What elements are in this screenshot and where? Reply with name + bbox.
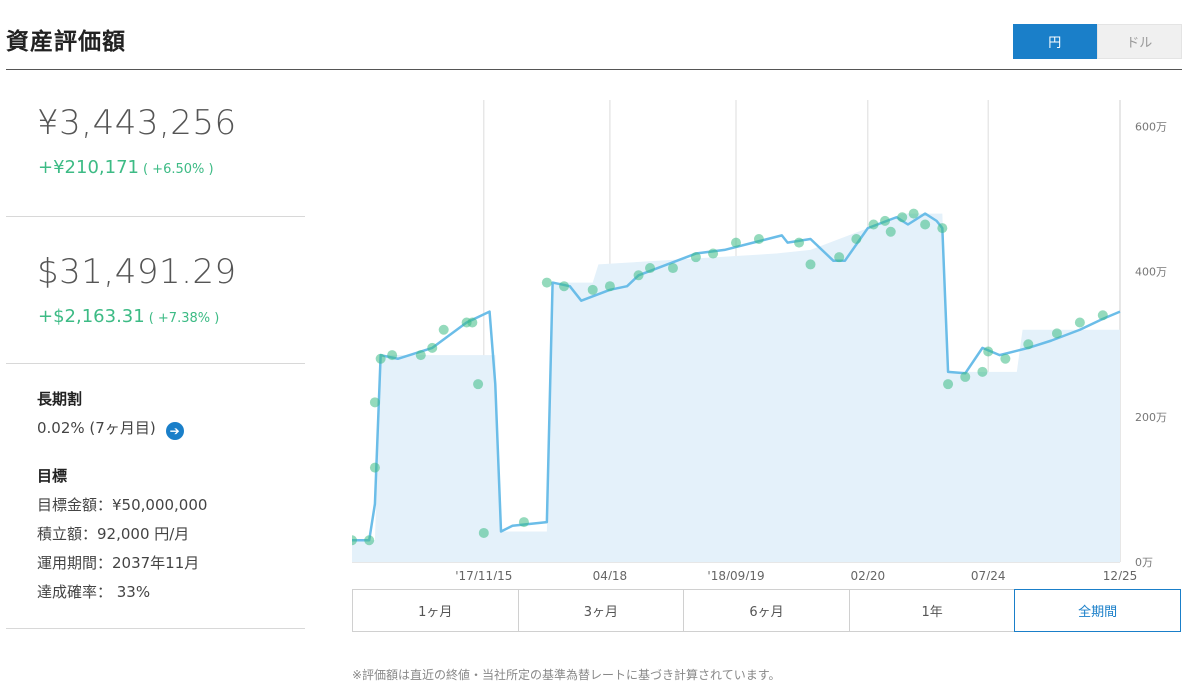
x-tick-label-3: 02/20 xyxy=(851,569,886,580)
data-point-14 xyxy=(541,277,552,288)
header: 資産評価額 円 ドル xyxy=(6,0,1182,70)
usd-summary: $31,491.29 +$2,163.31( +7.38% ) xyxy=(6,217,305,364)
goal-contribution: 積立額：92,000 円/月 xyxy=(37,525,190,543)
data-point-36 xyxy=(943,379,954,390)
data-point-32 xyxy=(897,212,908,223)
asset-chart: 0万 200万 400万 600万 '17/11/15 04/18 '18/09/19 02/… xyxy=(352,100,1182,580)
long-term-goal-section: 長期割 0.02% (7ヶ月目) ➔ 目標 目標金額：¥50,000,000 積立… xyxy=(6,364,305,629)
y-tick-label-3: 600万 xyxy=(1135,121,1167,134)
jpy-change-amount: +¥210,171 xyxy=(38,157,139,178)
goal-heading: 目標 xyxy=(37,467,68,485)
data-point-16 xyxy=(587,284,598,295)
y-tick-label-1: 200万 xyxy=(1135,411,1167,424)
usd-change-amount: +$2,163.31 xyxy=(38,306,145,327)
jpy-change: +¥210,171( +6.50% ) xyxy=(38,157,214,178)
data-point-21 xyxy=(690,252,701,263)
x-tick-label-5: 12/25 xyxy=(1103,569,1138,580)
data-point-22 xyxy=(708,248,719,259)
data-point-2 xyxy=(369,462,380,473)
period-all[interactable]: 全期間 xyxy=(1014,589,1181,632)
data-point-10 xyxy=(467,317,478,328)
data-point-12 xyxy=(478,527,489,538)
data-point-5 xyxy=(387,350,398,361)
data-point-4 xyxy=(375,353,386,364)
data-point-25 xyxy=(794,237,805,248)
data-point-28 xyxy=(851,234,862,245)
data-point-31 xyxy=(885,226,896,237)
usd-change: +$2,163.31( +7.38% ) xyxy=(38,306,219,327)
data-point-6 xyxy=(415,350,426,361)
data-point-20 xyxy=(667,263,678,274)
period-6-months[interactable]: 6ヶ月 xyxy=(684,590,850,631)
long-term-value-row: 0.02% (7ヶ月目) ➔ xyxy=(37,417,184,440)
disclaimer-note: ※評価額は直近の終値・当社所定の基準為替レートに基づき計算されています。 xyxy=(352,668,781,682)
data-point-18 xyxy=(633,270,644,281)
data-point-33 xyxy=(908,208,919,219)
currency-toggle: 円 ドル xyxy=(1013,24,1182,59)
long-term-value: 0.02% (7ヶ月目) xyxy=(37,419,156,437)
series-area xyxy=(352,213,1120,562)
period-1-year[interactable]: 1年 xyxy=(850,590,1016,631)
data-point-41 xyxy=(1023,339,1034,350)
y-tick-label-2: 400万 xyxy=(1135,266,1167,279)
goal-amount: 目標金額：¥50,000,000 xyxy=(37,496,208,514)
data-point-37 xyxy=(960,371,971,382)
data-point-38 xyxy=(977,366,988,377)
data-point-26 xyxy=(805,259,816,270)
data-point-19 xyxy=(645,263,656,274)
page-title: 資産評価額 xyxy=(6,29,126,55)
jpy-summary: ¥3,443,256 +¥210,171( +6.50% ) xyxy=(6,71,305,217)
asset-chart-svg: 0万 200万 400万 600万 '17/11/15 04/18 '18/09/19 02/… xyxy=(352,100,1167,580)
data-point-15 xyxy=(559,281,570,292)
jpy-value: ¥3,443,256 xyxy=(37,103,237,143)
usd-change-pct: ( +7.38% ) xyxy=(148,311,220,326)
x-tick-label-1: 04/18 xyxy=(593,569,628,580)
x-tick-label-4: 07/24 xyxy=(971,569,1006,580)
data-point-24 xyxy=(753,234,764,245)
long-term-heading: 長期割 xyxy=(37,390,83,408)
data-point-35 xyxy=(937,223,948,234)
data-point-42 xyxy=(1051,328,1062,339)
data-point-40 xyxy=(1000,353,1011,364)
data-point-23 xyxy=(731,237,741,248)
goal-period: 運用期間：2037年11月 xyxy=(37,554,200,572)
y-tick-label-0: 0万 xyxy=(1135,556,1153,569)
data-point-3 xyxy=(369,397,380,408)
data-point-1 xyxy=(364,535,375,546)
data-point-7 xyxy=(427,342,438,353)
period-1-month[interactable]: 1ヶ月 xyxy=(353,590,519,631)
data-point-8 xyxy=(438,324,449,335)
data-point-29 xyxy=(868,219,879,230)
data-point-13 xyxy=(518,517,529,528)
arrow-right-icon[interactable]: ➔ xyxy=(165,422,184,440)
usd-value: $31,491.29 xyxy=(37,252,237,292)
summary-panel: ¥3,443,256 +¥210,171( +6.50% ) $31,491.2… xyxy=(6,71,305,629)
data-point-11 xyxy=(473,379,484,390)
jpy-change-pct: ( +6.50% ) xyxy=(142,162,214,177)
data-point-39 xyxy=(983,346,994,357)
data-point-27 xyxy=(834,252,845,263)
goal-probability: 達成確率： 33% xyxy=(37,583,151,601)
currency-jpy-button[interactable]: 円 xyxy=(1013,24,1097,59)
data-point-30 xyxy=(880,215,891,226)
data-point-43 xyxy=(1074,317,1085,328)
data-point-44 xyxy=(1097,310,1108,321)
currency-usd-button[interactable]: ドル xyxy=(1096,24,1182,59)
x-tick-label-2: '18/09/19 xyxy=(707,569,764,580)
data-point-17 xyxy=(604,281,615,292)
data-point-34 xyxy=(920,219,931,230)
x-tick-label-0: '17/11/15 xyxy=(455,569,512,580)
period-3-months[interactable]: 3ヶ月 xyxy=(519,590,685,631)
period-selector: 1ヶ月 3ヶ月 6ヶ月 1年 全期間 xyxy=(352,589,1181,632)
